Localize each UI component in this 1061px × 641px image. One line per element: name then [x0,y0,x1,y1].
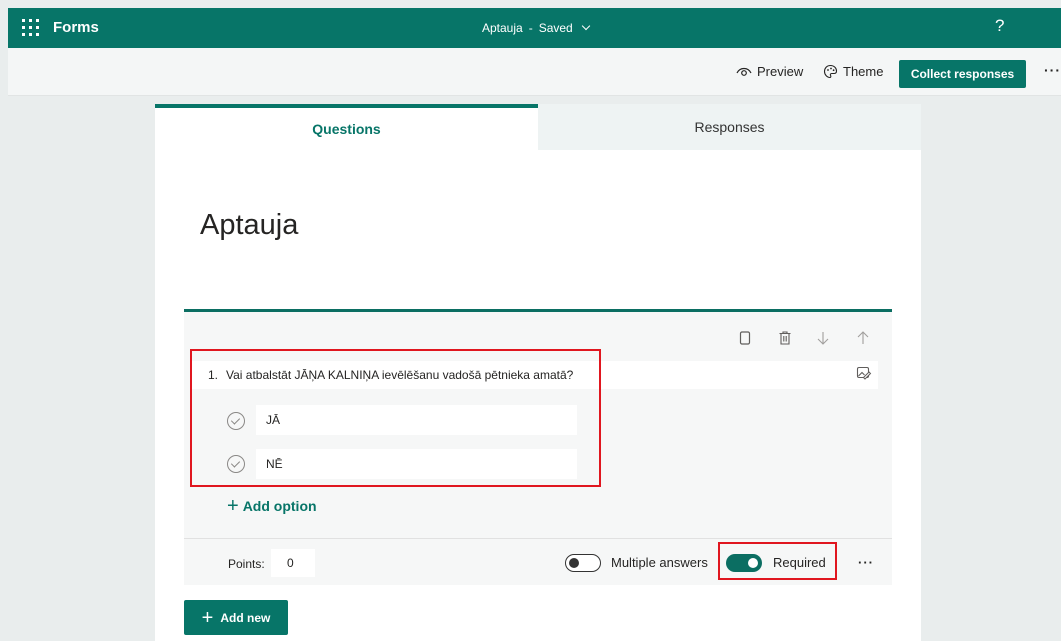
insert-media-icon[interactable] [856,365,872,381]
divider [184,538,892,539]
more-options-icon[interactable]: ··· [1044,62,1061,78]
save-status: Saved [538,21,573,35]
question-text-field[interactable]: 1. Vai atbalstāt JĀŅA KALNIŅA ievēlēšanu… [192,361,878,389]
plus-icon: + [201,606,214,629]
tab-responses[interactable]: Responses [538,104,921,150]
theme-label: Theme [843,64,884,79]
document-title-text: Aptauja [482,21,523,35]
multiple-answers-toggle[interactable] [565,554,601,572]
question-number: 1. [208,368,219,382]
tab-questions[interactable]: Questions [155,104,538,150]
add-option-label: Add option [242,498,317,514]
add-option-button[interactable]: + Add option [227,495,317,517]
choice-check-icon [227,412,245,430]
question-card[interactable] [184,309,892,585]
theme-button[interactable]: Theme [823,64,883,79]
preview-label: Preview [757,64,804,79]
form-tabs: Questions Responses [155,104,921,150]
required-label: Required [773,555,826,570]
option-field[interactable]: JĀ [256,405,577,435]
palette-icon [823,64,838,79]
arrow-down-icon[interactable] [815,330,831,346]
app-launcher-icon[interactable] [22,19,40,37]
copy-icon[interactable] [737,330,753,346]
title-separator: - [528,21,533,35]
chevron-down-icon [581,21,590,31]
document-title[interactable]: Aptauja - Saved [482,21,590,35]
preview-button[interactable]: Preview [736,64,803,79]
app-header: Forms Aptauja - Saved ? [8,8,1061,48]
help-icon[interactable]: ? [995,16,1004,36]
plus-icon: + [227,495,239,517]
form-title[interactable]: Aptauja [200,209,298,242]
multiple-answers-label: Multiple answers [611,555,708,570]
choice-check-icon [227,455,245,473]
collect-responses-button[interactable]: Collect responses [899,60,1026,88]
eye-icon [736,67,752,76]
option-field[interactable]: NĒ [256,449,577,479]
required-toggle[interactable] [726,554,762,572]
delete-icon[interactable] [777,330,793,346]
points-label: Points: [228,557,265,571]
question-text: Vai atbalstāt JĀŅA KALNIŅA ievēlēšanu va… [226,368,574,382]
command-bar: Preview Theme Collect responses ··· [8,48,1061,96]
add-new-label: Add new [220,610,271,625]
question-more-icon[interactable]: ··· [858,555,874,570]
add-new-button[interactable]: + Add new [184,600,288,635]
points-input[interactable]: 0 [271,549,315,577]
arrow-up-icon[interactable] [855,330,871,346]
app-name[interactable]: Forms [53,19,99,36]
